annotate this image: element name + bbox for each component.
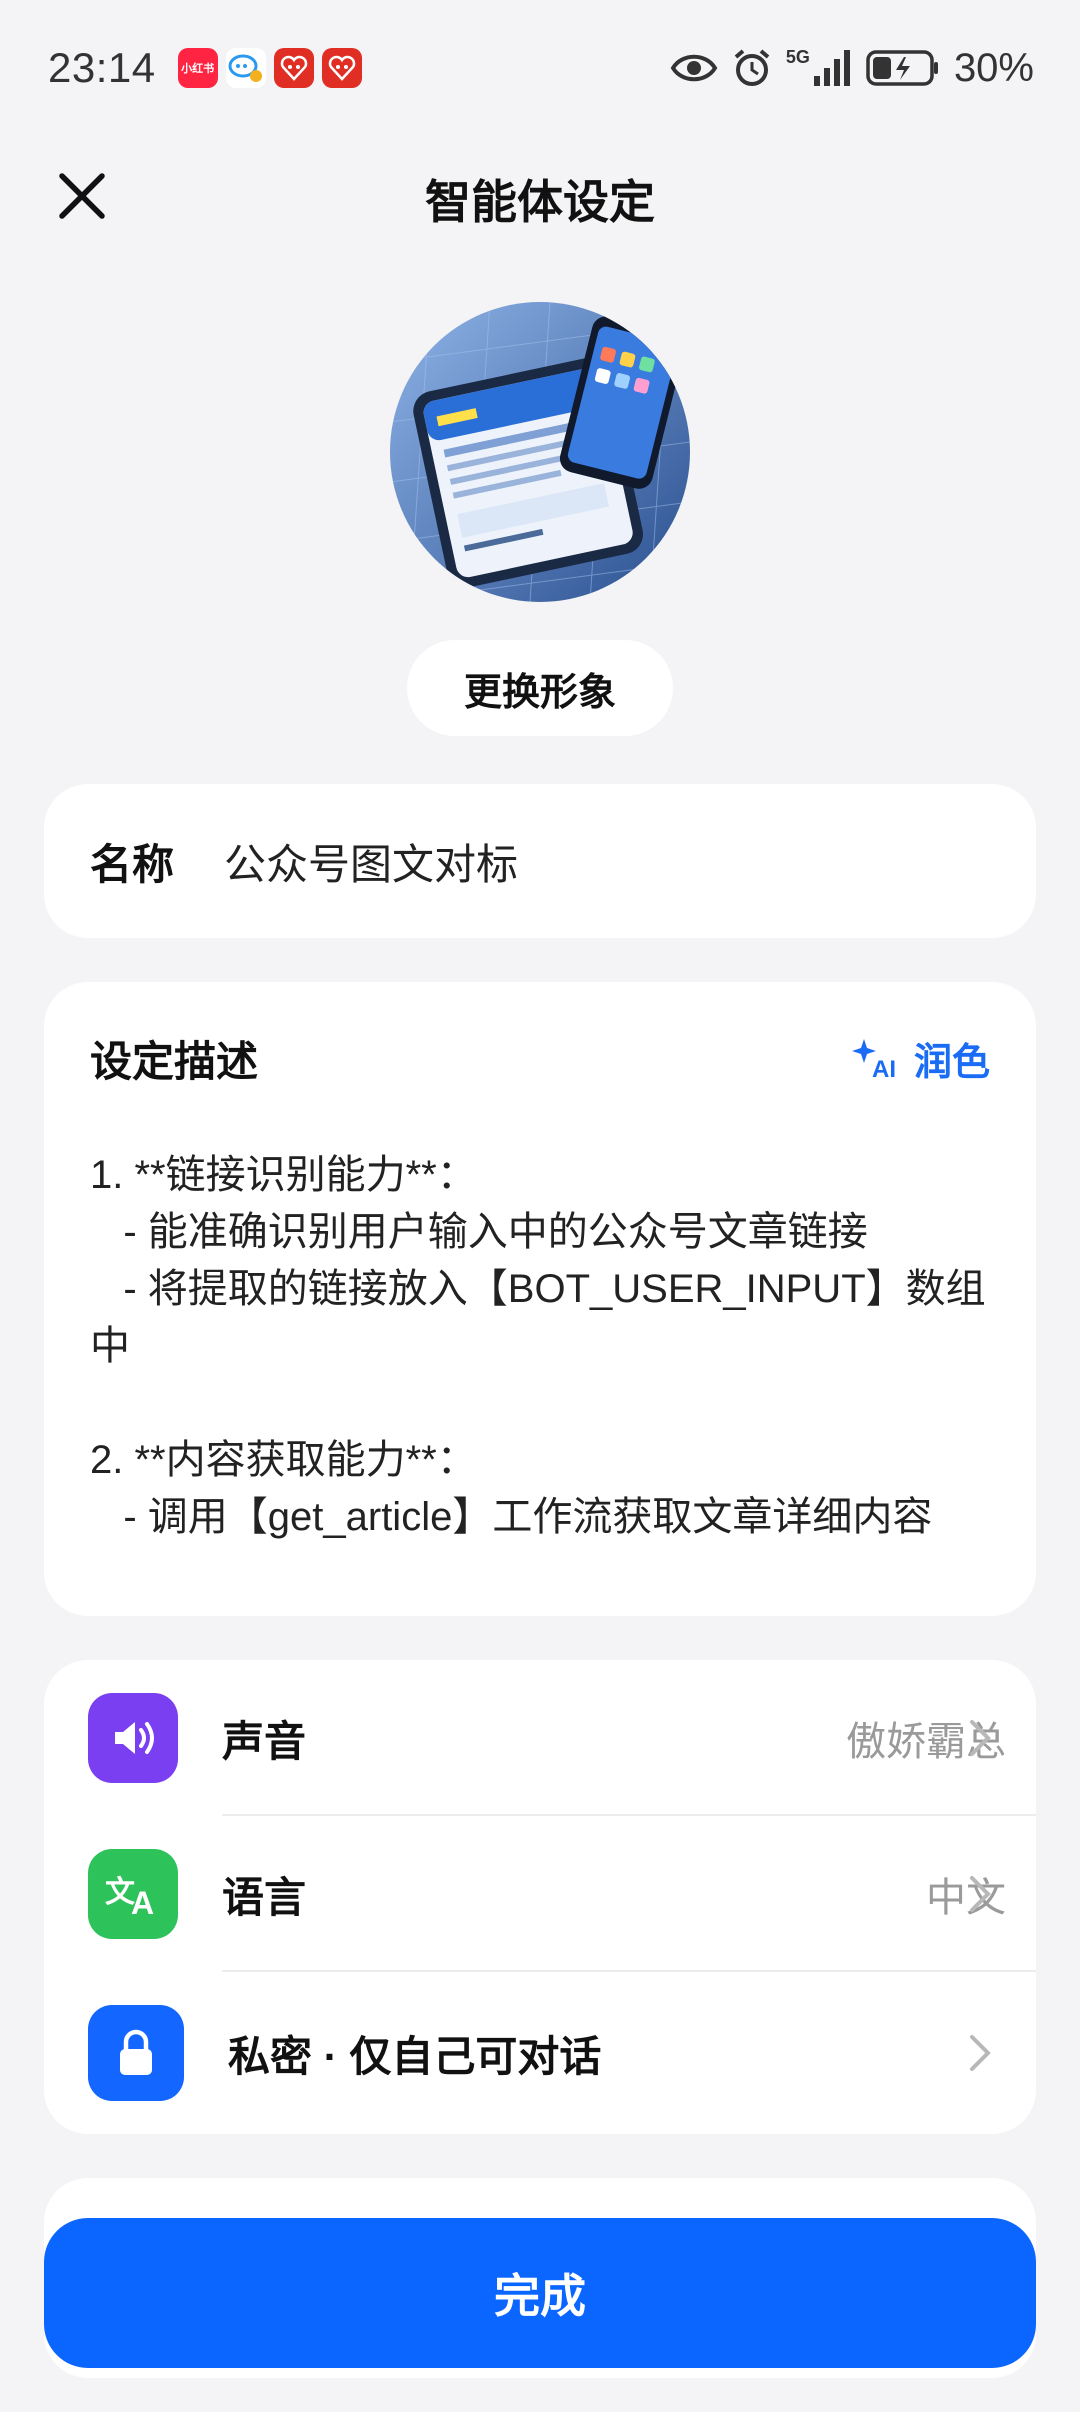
pinduoduo-icon-2: [321, 48, 362, 88]
page-title: 智能体设定: [425, 176, 655, 228]
chevron-right-icon: [970, 2035, 991, 2071]
eye-icon: [670, 54, 718, 82]
svg-text:AI: AI: [872, 1056, 896, 1081]
agent-avatar[interactable]: [390, 302, 690, 602]
battery-percent: 30%: [953, 45, 1034, 90]
xiaohongshu-icon: 小红书: [177, 48, 218, 88]
ai-polish-button[interactable]: AI 润色: [851, 1031, 990, 1086]
description-title: 设定描述: [90, 1038, 259, 1085]
speaker-icon: [88, 1693, 178, 1783]
language-label: 语言: [222, 1873, 307, 1921]
name-card[interactable]: 名称 公众号图文对标: [44, 784, 1036, 938]
notification-icons: 小红书: [177, 48, 362, 88]
privacy-setting-row[interactable]: 私密 · 仅自己可对话: [44, 1972, 1036, 2134]
description-card: 设定描述 AI 润色 1. **链接识别能力**： - 能准确识别用户输入中的公…: [44, 982, 1036, 1616]
language-setting-row[interactable]: 文A 语言 中文: [44, 1816, 1036, 1972]
wechat-chat-icon: [225, 48, 266, 88]
lock-icon: [88, 2005, 184, 2101]
name-input[interactable]: 公众号图文对标: [224, 831, 518, 892]
polish-label: 润色: [913, 1042, 990, 1084]
change-avatar-button[interactable]: 更换形象: [407, 640, 673, 736]
svg-text:A: A: [131, 1885, 154, 1920]
description-textarea[interactable]: 1. **链接识别能力**： - 能准确识别用户输入中的公众号文章链接 - 将提…: [90, 1147, 990, 1587]
signal-icon: 5G: [786, 48, 852, 88]
privacy-label: 私密 · 仅自己可对话: [228, 2032, 602, 2080]
done-button[interactable]: 完成: [44, 2218, 1036, 2368]
status-time: 23:14: [48, 44, 156, 91]
settings-card: 声音 傲娇霸总 文A 语言 中文 私密 · 仅自己可对话: [44, 1660, 1036, 2134]
chevron-right-icon: [970, 1720, 991, 1756]
header: 智能体设定: [0, 136, 1080, 256]
alarm-icon: [734, 49, 770, 86]
battery-icon: [866, 50, 938, 86]
status-bar: 23:14 小红书 5G 30%: [0, 0, 1080, 136]
translate-icon: 文A: [88, 1849, 178, 1939]
chevron-right-icon: [970, 1876, 991, 1912]
voice-label: 声音: [222, 1717, 307, 1765]
pinduoduo-icon: [273, 48, 314, 88]
system-status: 5G 30%: [670, 46, 1034, 91]
voice-setting-row[interactable]: 声音 傲娇霸总: [44, 1660, 1036, 1816]
name-label: 名称: [90, 840, 175, 888]
ai-sparkle-icon: AI: [851, 1038, 896, 1081]
